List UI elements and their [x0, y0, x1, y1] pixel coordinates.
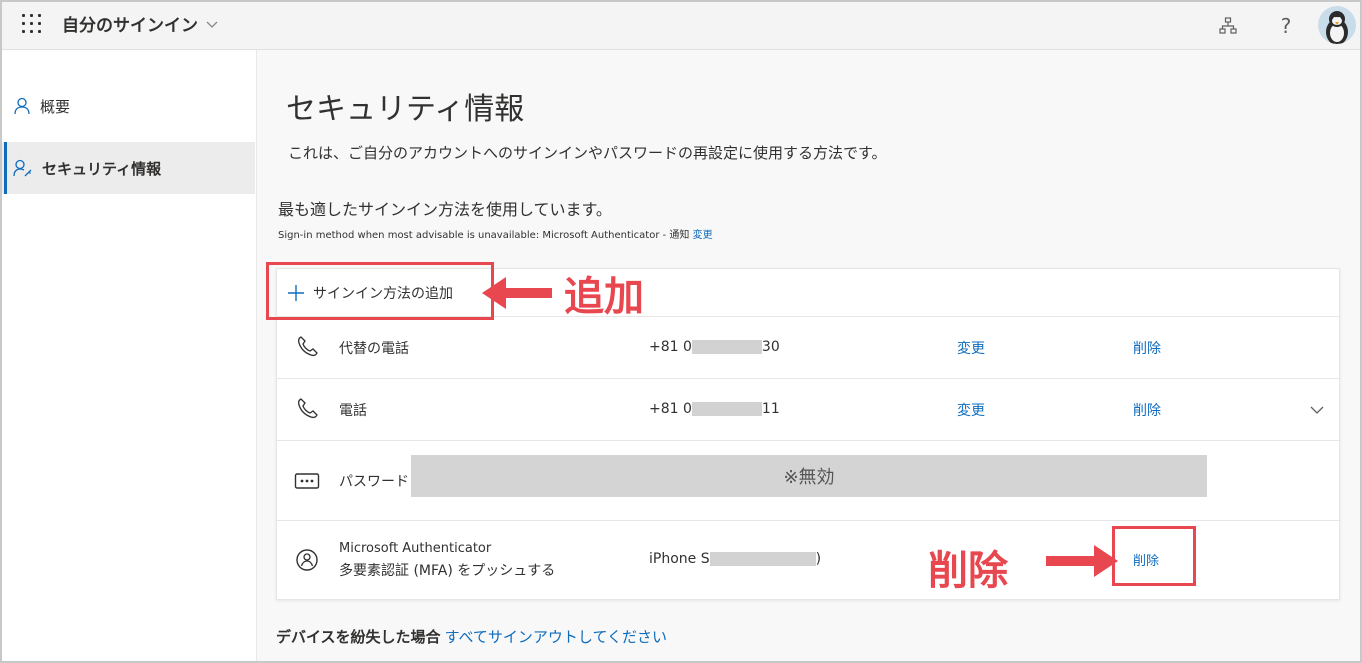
annotation-delete-box	[1112, 526, 1196, 586]
method-value: +81 0 30	[649, 339, 780, 355]
annotation-arrow-left-icon	[482, 277, 552, 309]
app-frame: 自分のサインイン ? 概要 セキュリティ情報 セキュリティ情報 これは、ご自分の…	[0, 0, 1362, 663]
fallback-text: Sign-in method when most advisable is un…	[278, 230, 690, 241]
fallback-method: Sign-in method when most advisable is un…	[278, 226, 713, 241]
method-label: パスワード	[339, 474, 409, 490]
disabled-overlay: ※無効	[411, 455, 1207, 497]
delete-link[interactable]: 削除	[1133, 400, 1161, 420]
help-icon[interactable]: ?	[1272, 12, 1300, 40]
method-label: 電話	[339, 403, 367, 419]
method-value: +81 0 11	[649, 401, 780, 417]
value-end: 30	[761, 339, 780, 355]
sidebar-item-label: 概要	[40, 97, 71, 116]
method-row-password: パスワード ※無効	[277, 441, 1341, 521]
person-icon	[14, 97, 30, 115]
redaction-mask	[691, 402, 762, 416]
waffle-icon[interactable]	[20, 12, 46, 38]
page-title: セキュリティ情報	[286, 92, 525, 127]
phone-icon	[293, 395, 321, 423]
chevron-down-icon[interactable]	[1307, 400, 1327, 420]
value-start: iPhone S	[649, 551, 710, 567]
redaction-mask	[709, 552, 816, 566]
sidebar-item-label: セキュリティ情報	[42, 159, 162, 178]
method-row-alt-phone: 代替の電話 +81 0 30 変更 削除	[277, 317, 1341, 379]
org-chart-icon[interactable]	[1214, 12, 1242, 40]
authenticator-icon	[293, 546, 321, 574]
value-start: +81 0	[649, 401, 692, 417]
sidebar-item-security-info[interactable]: セキュリティ情報	[2, 142, 255, 194]
change-link[interactable]: 変更	[957, 338, 985, 358]
method-row-phone: 電話 +81 0 11 変更 削除	[277, 379, 1341, 441]
change-link[interactable]: 変更	[957, 400, 985, 420]
method-label-line1: Microsoft Authenticator	[339, 541, 492, 556]
phone-icon	[293, 333, 321, 361]
annotation-add-label: 追加	[564, 274, 644, 320]
delete-link[interactable]: 削除	[1133, 338, 1161, 358]
top-bar: 自分のサインイン ?	[2, 2, 1360, 50]
fallback-change-link[interactable]: 変更	[693, 230, 713, 241]
lost-device-label: デバイスを紛失した場合	[276, 628, 441, 646]
annotation-arrow-right-icon	[1046, 545, 1118, 577]
annotation-delete-label: 削除	[928, 548, 1008, 594]
password-icon	[293, 467, 321, 495]
method-label: 代替の電話	[339, 341, 409, 357]
annotation-add-box	[266, 262, 494, 320]
best-method-text: 最も適したサインイン方法を使用しています。	[278, 200, 612, 219]
sidebar-item-overview[interactable]: 概要	[2, 80, 255, 132]
app-title-dropdown[interactable]: 自分のサインイン	[62, 11, 220, 36]
method-label-line2: 多要素認証 (MFA) をプッシュする	[339, 563, 556, 579]
value-end: 11	[761, 401, 780, 417]
page-description: これは、ご自分のアカウントへのサインインやパスワードの再設定に使用する方法です。	[288, 144, 887, 162]
disabled-note: ※無効	[783, 467, 835, 488]
lost-device-section: デバイスを紛失した場合 すべてサインアウトしてください	[276, 626, 667, 647]
person-key-icon	[13, 159, 32, 177]
value-end: )	[815, 551, 822, 567]
chevron-down-icon	[206, 21, 218, 28]
value-start: +81 0	[649, 339, 692, 355]
avatar[interactable]	[1318, 6, 1356, 44]
help-label: ?	[1280, 14, 1292, 38]
sidebar: 概要 セキュリティ情報	[2, 50, 257, 661]
app-title: 自分のサインイン	[62, 16, 198, 36]
method-value: iPhone S)	[649, 551, 821, 567]
redaction-mask	[691, 340, 762, 354]
sign-out-everywhere-link[interactable]: すべてサインアウトしてください	[445, 628, 667, 646]
